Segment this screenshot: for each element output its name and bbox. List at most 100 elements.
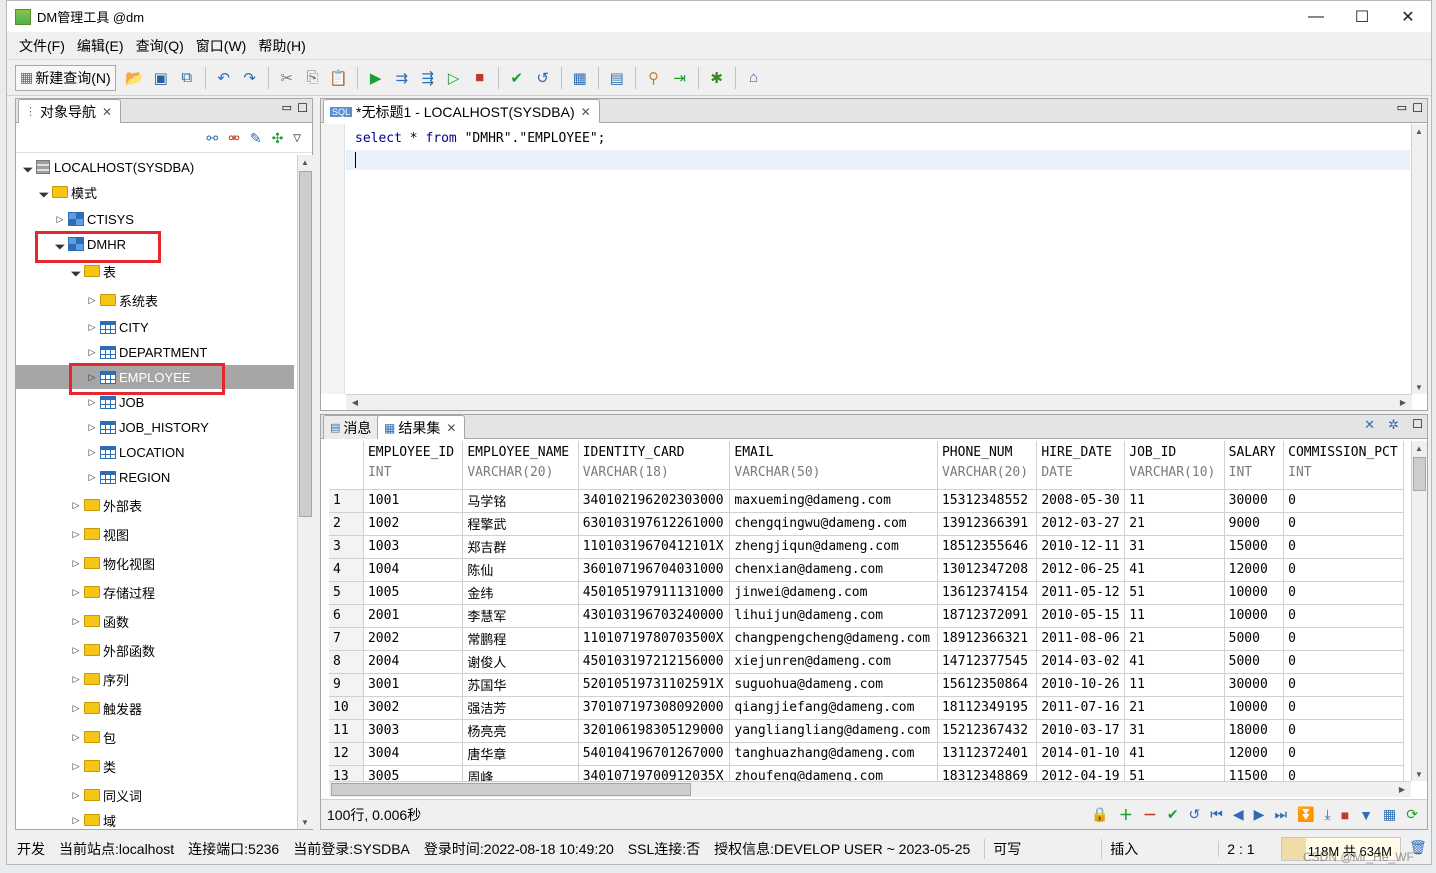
table-cell[interactable]: jinwei@dameng.com xyxy=(729,581,938,605)
tree-node-localhost-sysdba-[interactable]: ◢ LOCALHOST(SYSDBA) xyxy=(22,155,194,179)
tree-node-ctisys[interactable]: ▷ CTISYS xyxy=(54,207,134,231)
tab-object-navigator[interactable]: ⋮ 对象导航 ✕ xyxy=(18,99,122,123)
fetch-all-icon[interactable]: ⤓ xyxy=(1325,806,1331,823)
tab-result-set[interactable]: ▦ 结果集 ✕ xyxy=(377,415,466,439)
table-cell[interactable]: 18000 xyxy=(1224,719,1285,743)
column-header-salary[interactable]: SALARY INT xyxy=(1224,441,1285,490)
tree-node-location[interactable]: ▷ LOCATION xyxy=(86,440,185,464)
expand-arrow-icon[interactable]: ▷ xyxy=(70,790,82,801)
table-cell[interactable]: 11010719780703500X xyxy=(578,627,731,651)
table-row[interactable]: 11 3003 杨亮亮 320106198305129000 yanglianglian… xyxy=(329,719,1404,743)
scroll-up-icon[interactable]: ▲ xyxy=(1412,124,1426,138)
table-cell[interactable]: 13012347208 xyxy=(937,558,1038,582)
table-cell[interactable]: 11 xyxy=(1124,489,1225,513)
table-cell[interactable]: 11 xyxy=(1124,673,1225,697)
row-number[interactable]: 1 xyxy=(329,489,364,513)
table-cell[interactable]: changpengcheng@dameng.com xyxy=(729,627,938,651)
minimize-panel-icon[interactable]: ▭ xyxy=(1397,101,1407,114)
table-cell[interactable]: 陈仙 xyxy=(462,558,579,582)
scroll-right-icon[interactable]: ▶ xyxy=(1396,395,1410,409)
sql-editor-line[interactable]: select * from "DMHR"."EMPLOYEE"; xyxy=(355,131,605,146)
debug-icon[interactable]: ✱ xyxy=(705,66,729,90)
tree-node--[interactable]: ▷ 视图 xyxy=(70,522,129,546)
calendar-icon[interactable]: ▤ xyxy=(605,66,629,90)
column-header-commission-pct[interactable]: COMMISSION_PCT INT xyxy=(1283,441,1404,490)
table-row[interactable]: 6 2001 李慧军 430103196703240000 lihuijun@damen… xyxy=(329,604,1404,628)
save-all-icon[interactable]: ⧉ xyxy=(175,66,199,90)
scroll-right-icon[interactable]: ▶ xyxy=(1395,782,1409,796)
table-cell[interactable]: 9000 xyxy=(1224,512,1285,536)
table-cell[interactable]: 金纬 xyxy=(462,581,579,605)
table-cell[interactable]: 0 xyxy=(1283,719,1404,743)
column-header-employee-name[interactable]: EMPLOYEE_NAME VARCHAR(20) xyxy=(462,441,579,490)
table-cell[interactable]: 11 xyxy=(1124,604,1225,628)
column-header-identity-card[interactable]: IDENTITY_CARD VARCHAR(18) xyxy=(578,441,731,490)
expand-arrow-icon[interactable]: ▷ xyxy=(86,447,98,458)
table-cell[interactable]: zhoufeng@dameng.com xyxy=(729,765,938,781)
table-cell[interactable]: 30000 xyxy=(1224,673,1285,697)
table-cell[interactable]: 12000 xyxy=(1224,558,1285,582)
expand-arrow-icon[interactable]: ▷ xyxy=(70,674,82,685)
table-cell[interactable]: 30000 xyxy=(1224,489,1285,513)
expand-arrow-icon[interactable]: ▷ xyxy=(70,616,82,627)
table-cell[interactable]: 51 xyxy=(1124,581,1225,605)
execute-script-icon[interactable]: ▷ xyxy=(442,66,466,90)
row-number[interactable]: 4 xyxy=(329,558,364,582)
row-number[interactable]: 3 xyxy=(329,535,364,559)
table-cell[interactable]: 34010719700912035X xyxy=(578,765,731,781)
row-number[interactable]: 6 xyxy=(329,604,364,628)
delete-row-icon[interactable]: － xyxy=(1143,805,1157,825)
table-cell[interactable]: 2012-06-25 xyxy=(1036,558,1126,582)
tree-node--[interactable]: ▷ 系统表 xyxy=(86,288,158,312)
row-number[interactable]: 5 xyxy=(329,581,364,605)
tree-node--[interactable]: ▷ 同义词 xyxy=(70,783,142,807)
table-cell[interactable]: 1004 xyxy=(363,558,464,582)
commit-icon[interactable]: ✔ xyxy=(1167,806,1179,823)
expand-arrow-icon[interactable]: ▷ xyxy=(70,645,82,656)
table-row[interactable]: 8 2004 谢俊人 450103197212156000 xiejunren@dame… xyxy=(329,650,1404,674)
collapse-arrow-icon[interactable]: ◢ xyxy=(68,263,84,279)
home-icon[interactable]: ⌂ xyxy=(742,66,766,90)
explain-icon[interactable]: ⇶ xyxy=(416,66,440,90)
table-cell[interactable]: 52010519731102591X xyxy=(578,673,731,697)
menu-file[interactable]: 文件(F) xyxy=(13,36,71,56)
table-row[interactable]: 13 3005 周峰 34010719700912035X zhoufeng@damen… xyxy=(329,765,1404,781)
expand-arrow-icon[interactable]: ▷ xyxy=(54,214,66,225)
lock-icon[interactable]: 🔒 xyxy=(1091,806,1108,823)
table-cell[interactable]: 0 xyxy=(1283,673,1404,697)
undo-icon[interactable]: ↶ xyxy=(212,66,236,90)
table-cell[interactable]: tanghuazhang@dameng.com xyxy=(729,742,938,766)
table-cell[interactable]: 0 xyxy=(1283,581,1404,605)
table-cell[interactable]: 3001 xyxy=(363,673,464,697)
expand-arrow-icon[interactable]: ▷ xyxy=(70,587,82,598)
save-icon[interactable]: ▣ xyxy=(149,66,173,90)
scroll-thumb[interactable] xyxy=(299,171,312,517)
navigator-scrollbar[interactable]: ▲ ▼ xyxy=(297,155,313,829)
column-header-job-id[interactable]: JOB_ID VARCHAR(10) xyxy=(1124,441,1225,490)
close-button[interactable]: ✕ xyxy=(1385,1,1431,32)
execute-icon[interactable]: ▶ xyxy=(364,66,388,90)
rollback-icon[interactable]: ↺ xyxy=(1189,806,1201,823)
table-cell[interactable]: 370107197308092000 xyxy=(578,696,731,720)
tree-node--[interactable]: ▷ 物化视图 xyxy=(70,551,155,575)
maximize-button[interactable]: ☐ xyxy=(1339,1,1385,32)
table-cell[interactable]: 18312348869 xyxy=(937,765,1038,781)
table-row[interactable]: 2 1002 程擎武 630103197612261000 chengqingwu@da… xyxy=(329,512,1404,536)
table-cell[interactable]: 41 xyxy=(1124,650,1225,674)
next-page-icon[interactable]: ▶ xyxy=(1254,806,1265,823)
table-cell[interactable]: 21 xyxy=(1124,512,1225,536)
table-cell[interactable]: 320106198305129000 xyxy=(578,719,731,743)
expand-arrow-icon[interactable]: ▷ xyxy=(86,397,98,408)
table-cell[interactable]: 0 xyxy=(1283,558,1404,582)
rollback-icon[interactable]: ↺ xyxy=(531,66,555,90)
scroll-down-icon[interactable]: ▼ xyxy=(1412,380,1426,394)
table-cell[interactable]: 10000 xyxy=(1224,581,1285,605)
table-cell[interactable]: zhengjiqun@dameng.com xyxy=(729,535,938,559)
table-cell[interactable]: 540104196701267000 xyxy=(578,742,731,766)
table-cell[interactable]: 13612374154 xyxy=(937,581,1038,605)
table-cell[interactable]: 13112372401 xyxy=(937,742,1038,766)
table-cell[interactable]: 18512355646 xyxy=(937,535,1038,559)
table-cell[interactable]: 630103197612261000 xyxy=(578,512,731,536)
first-page-icon[interactable]: ⏮ xyxy=(1210,806,1223,823)
expand-arrow-icon[interactable]: ▷ xyxy=(70,761,82,772)
